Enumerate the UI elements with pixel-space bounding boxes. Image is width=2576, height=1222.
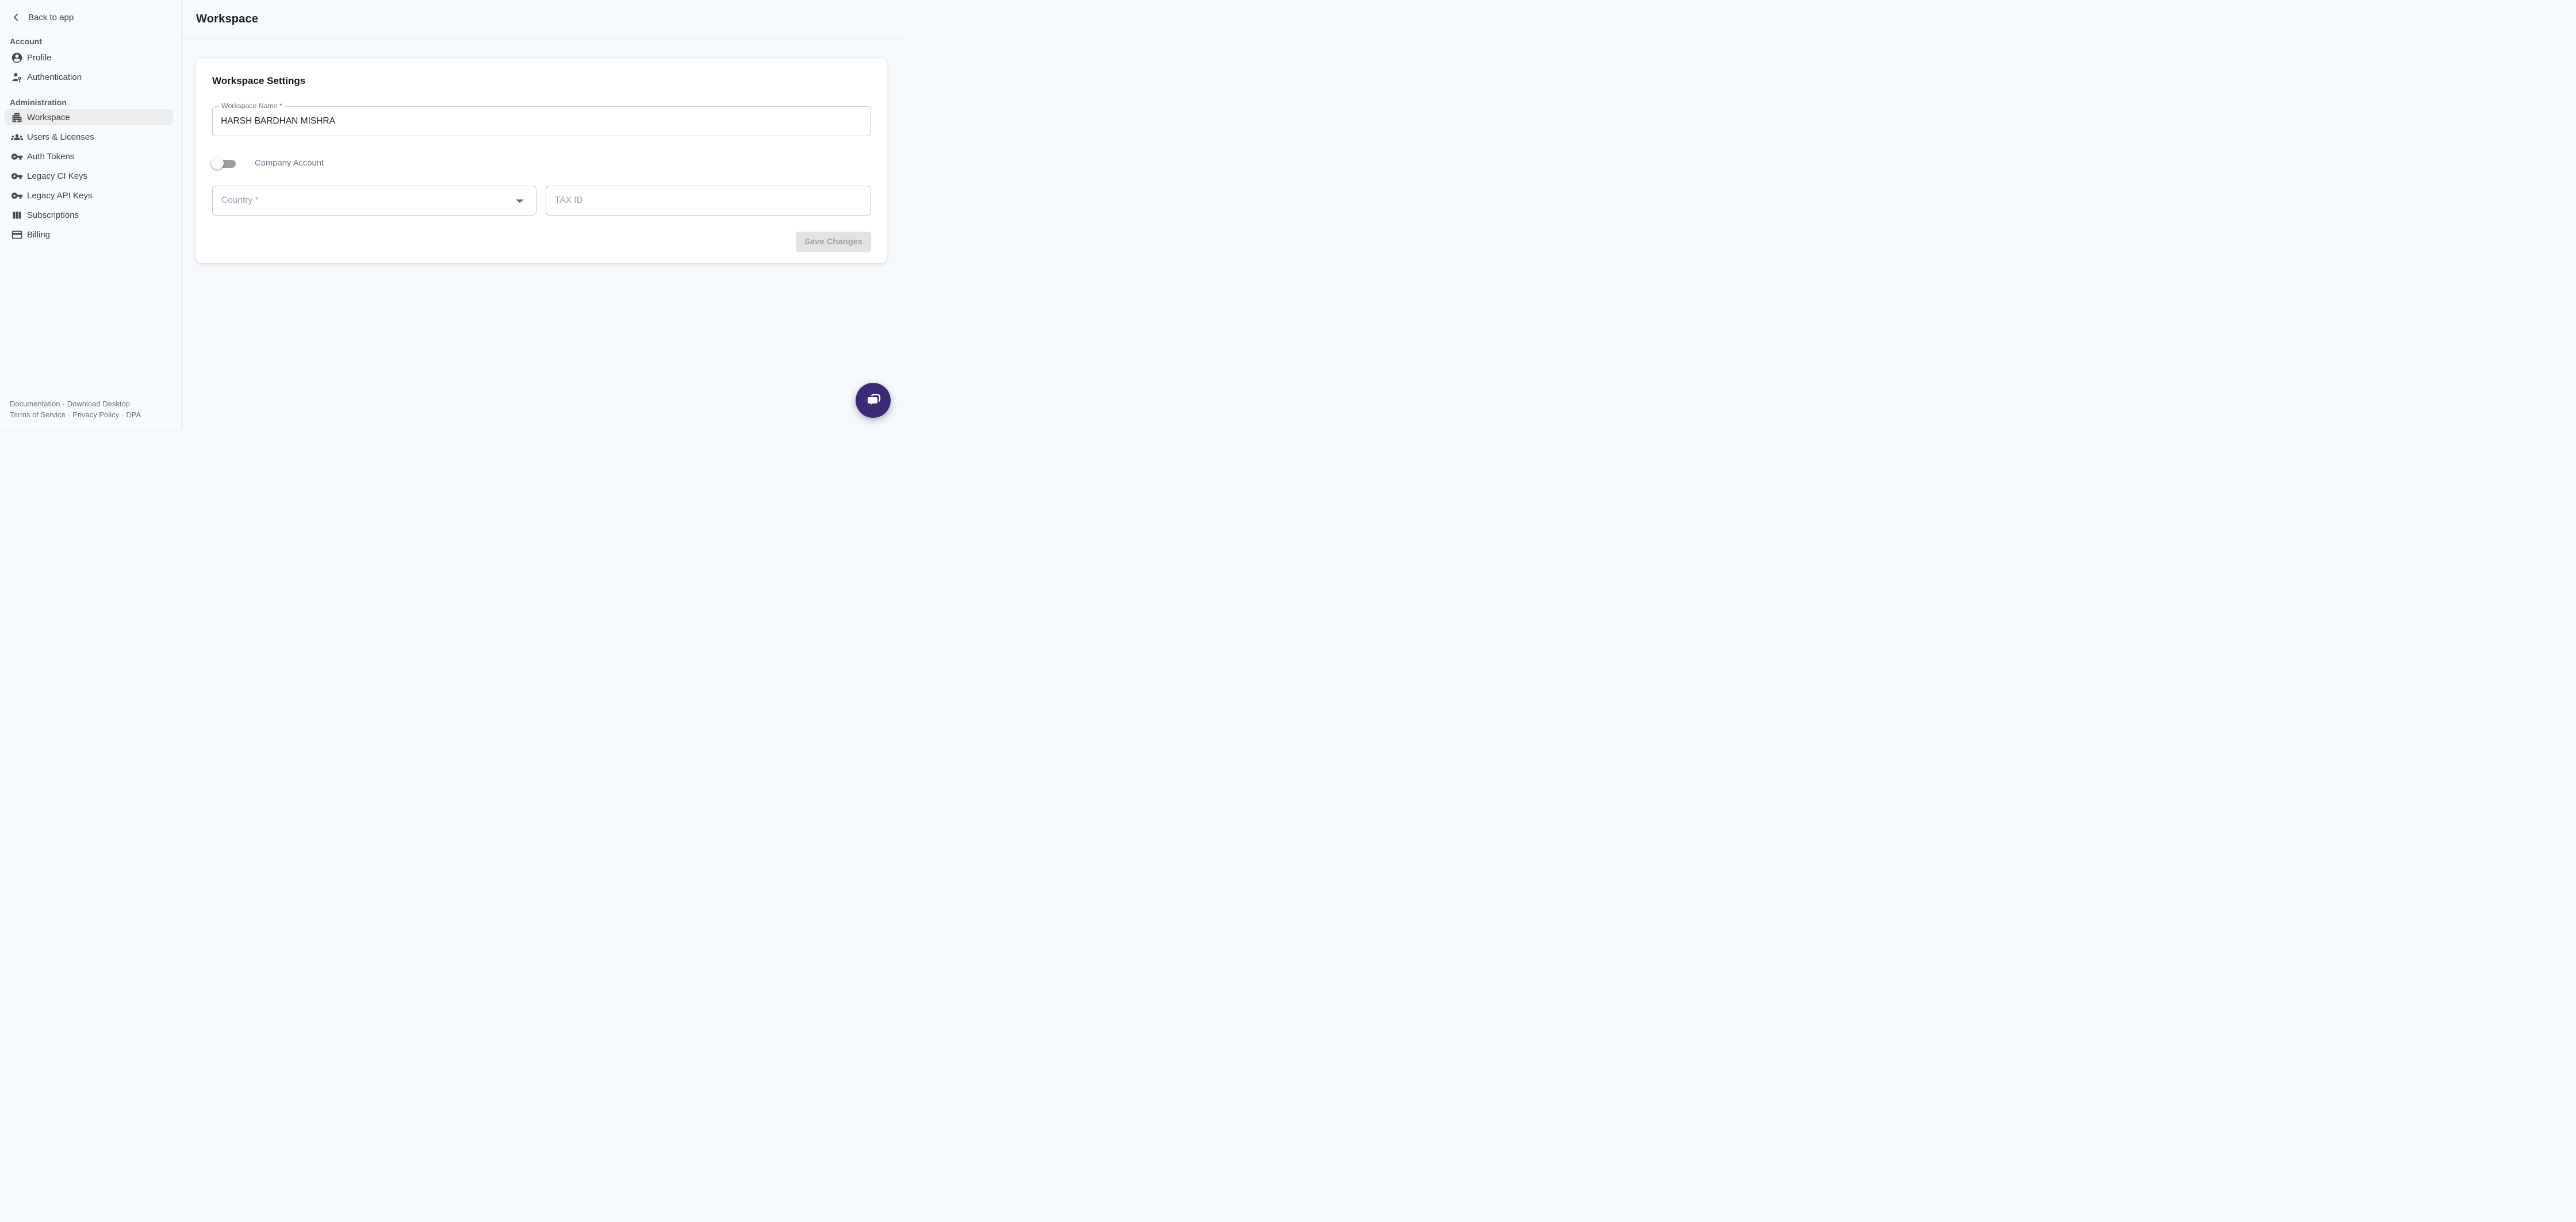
sidebar-item-label: Subscriptions	[27, 210, 79, 220]
company-account-toggle[interactable]	[211, 154, 236, 172]
sidebar-item-label: Auth Tokens	[27, 152, 74, 162]
sidebar-item-label: Profile	[27, 53, 52, 63]
groups-icon	[11, 131, 23, 143]
section-title-account: Account	[10, 37, 181, 47]
person-key-icon	[11, 71, 23, 83]
sidebar-item-billing[interactable]: Billing	[0, 225, 181, 244]
workspace-name-input[interactable]: Workspace Name * HARSH BARDHAN MISHRA	[212, 106, 871, 136]
section-title-administration: Administration	[10, 98, 181, 107]
footer-row-1: Documentation·Download Desktop	[10, 398, 141, 409]
sidebar-item-label: Workspace	[27, 113, 70, 122]
company-account-row: Company Account	[211, 154, 324, 172]
country-select[interactable]: Country *	[212, 186, 536, 216]
sidebar-item-legacy-ci-keys[interactable]: Legacy CI Keys	[0, 166, 181, 186]
save-changes-button[interactable]: Save Changes	[796, 232, 871, 252]
documentation-link[interactable]: Documentation	[10, 399, 60, 408]
sidebar-item-auth-tokens[interactable]: Auth Tokens	[0, 147, 181, 166]
company-account-label[interactable]: Company Account	[255, 159, 324, 168]
tax-id-input[interactable]: TAX ID	[546, 186, 871, 216]
sidebar-item-label: Billing	[27, 230, 50, 240]
sidebar-item-label: Authentication	[27, 72, 82, 82]
footer-separator: ·	[119, 410, 126, 419]
privacy-policy-link[interactable]: Privacy Policy	[72, 410, 119, 419]
page-header: Workspace	[182, 0, 902, 39]
workspace-settings-page: Back to app Account Profile Authenticati…	[0, 0, 902, 428]
chat-launcher-button[interactable]	[856, 383, 891, 418]
account-circle-icon	[11, 52, 23, 64]
toggle-knob	[211, 157, 224, 170]
sidebar-item-users-licenses[interactable]: Users & Licenses	[0, 127, 181, 147]
sidebar-item-subscriptions[interactable]: Subscriptions	[0, 205, 181, 225]
dpa-link[interactable]: DPA	[126, 410, 141, 419]
main-content: Workspace Workspace Settings Workspace N…	[182, 0, 902, 428]
administration-nav: Workspace Users & Licenses Auth Tokens L…	[0, 109, 181, 244]
sidebar-item-label: Legacy CI Keys	[27, 171, 87, 181]
building-icon	[11, 112, 23, 124]
terms-of-service-link[interactable]: Terms of Service	[10, 410, 66, 419]
sidebar-item-authentication[interactable]: Authentication	[0, 67, 181, 87]
sidebar-item-workspace[interactable]: Workspace	[5, 109, 173, 125]
sidebar: Back to app Account Profile Authenticati…	[0, 0, 182, 428]
sidebar-item-legacy-api-keys[interactable]: Legacy API Keys	[0, 186, 181, 205]
chevron-left-icon	[10, 11, 22, 23]
workspace-name-value: HARSH BARDHAN MISHRA	[221, 107, 335, 136]
sidebar-footer: Documentation·Download Desktop Terms of …	[10, 398, 141, 420]
chevron-down-icon	[516, 199, 524, 203]
card-title: Workspace Settings	[212, 75, 305, 87]
download-desktop-link[interactable]: Download Desktop	[67, 399, 130, 408]
sidebar-item-label: Legacy API Keys	[27, 191, 92, 201]
key-icon	[11, 151, 23, 163]
key-icon	[11, 170, 23, 182]
back-to-app-link[interactable]: Back to app	[10, 10, 181, 24]
chat-bubbles-icon	[864, 391, 883, 410]
country-label: Country *	[221, 186, 259, 215]
tax-id-placeholder: TAX ID	[555, 186, 583, 215]
sidebar-item-label: Users & Licenses	[27, 132, 94, 142]
key-icon	[11, 190, 23, 202]
account-nav: Profile Authentication	[0, 48, 181, 87]
back-to-app-label: Back to app	[28, 13, 74, 22]
footer-row-2: Terms of Service·Privacy Policy·DPA	[10, 409, 141, 420]
footer-separator: ·	[60, 399, 67, 408]
footer-separator: ·	[66, 410, 72, 419]
bars-icon	[11, 209, 23, 221]
page-title: Workspace	[196, 13, 258, 26]
workspace-settings-card: Workspace Settings Workspace Name * HARS…	[196, 59, 887, 263]
credit-card-icon	[11, 229, 23, 241]
sidebar-item-profile[interactable]: Profile	[0, 48, 181, 67]
